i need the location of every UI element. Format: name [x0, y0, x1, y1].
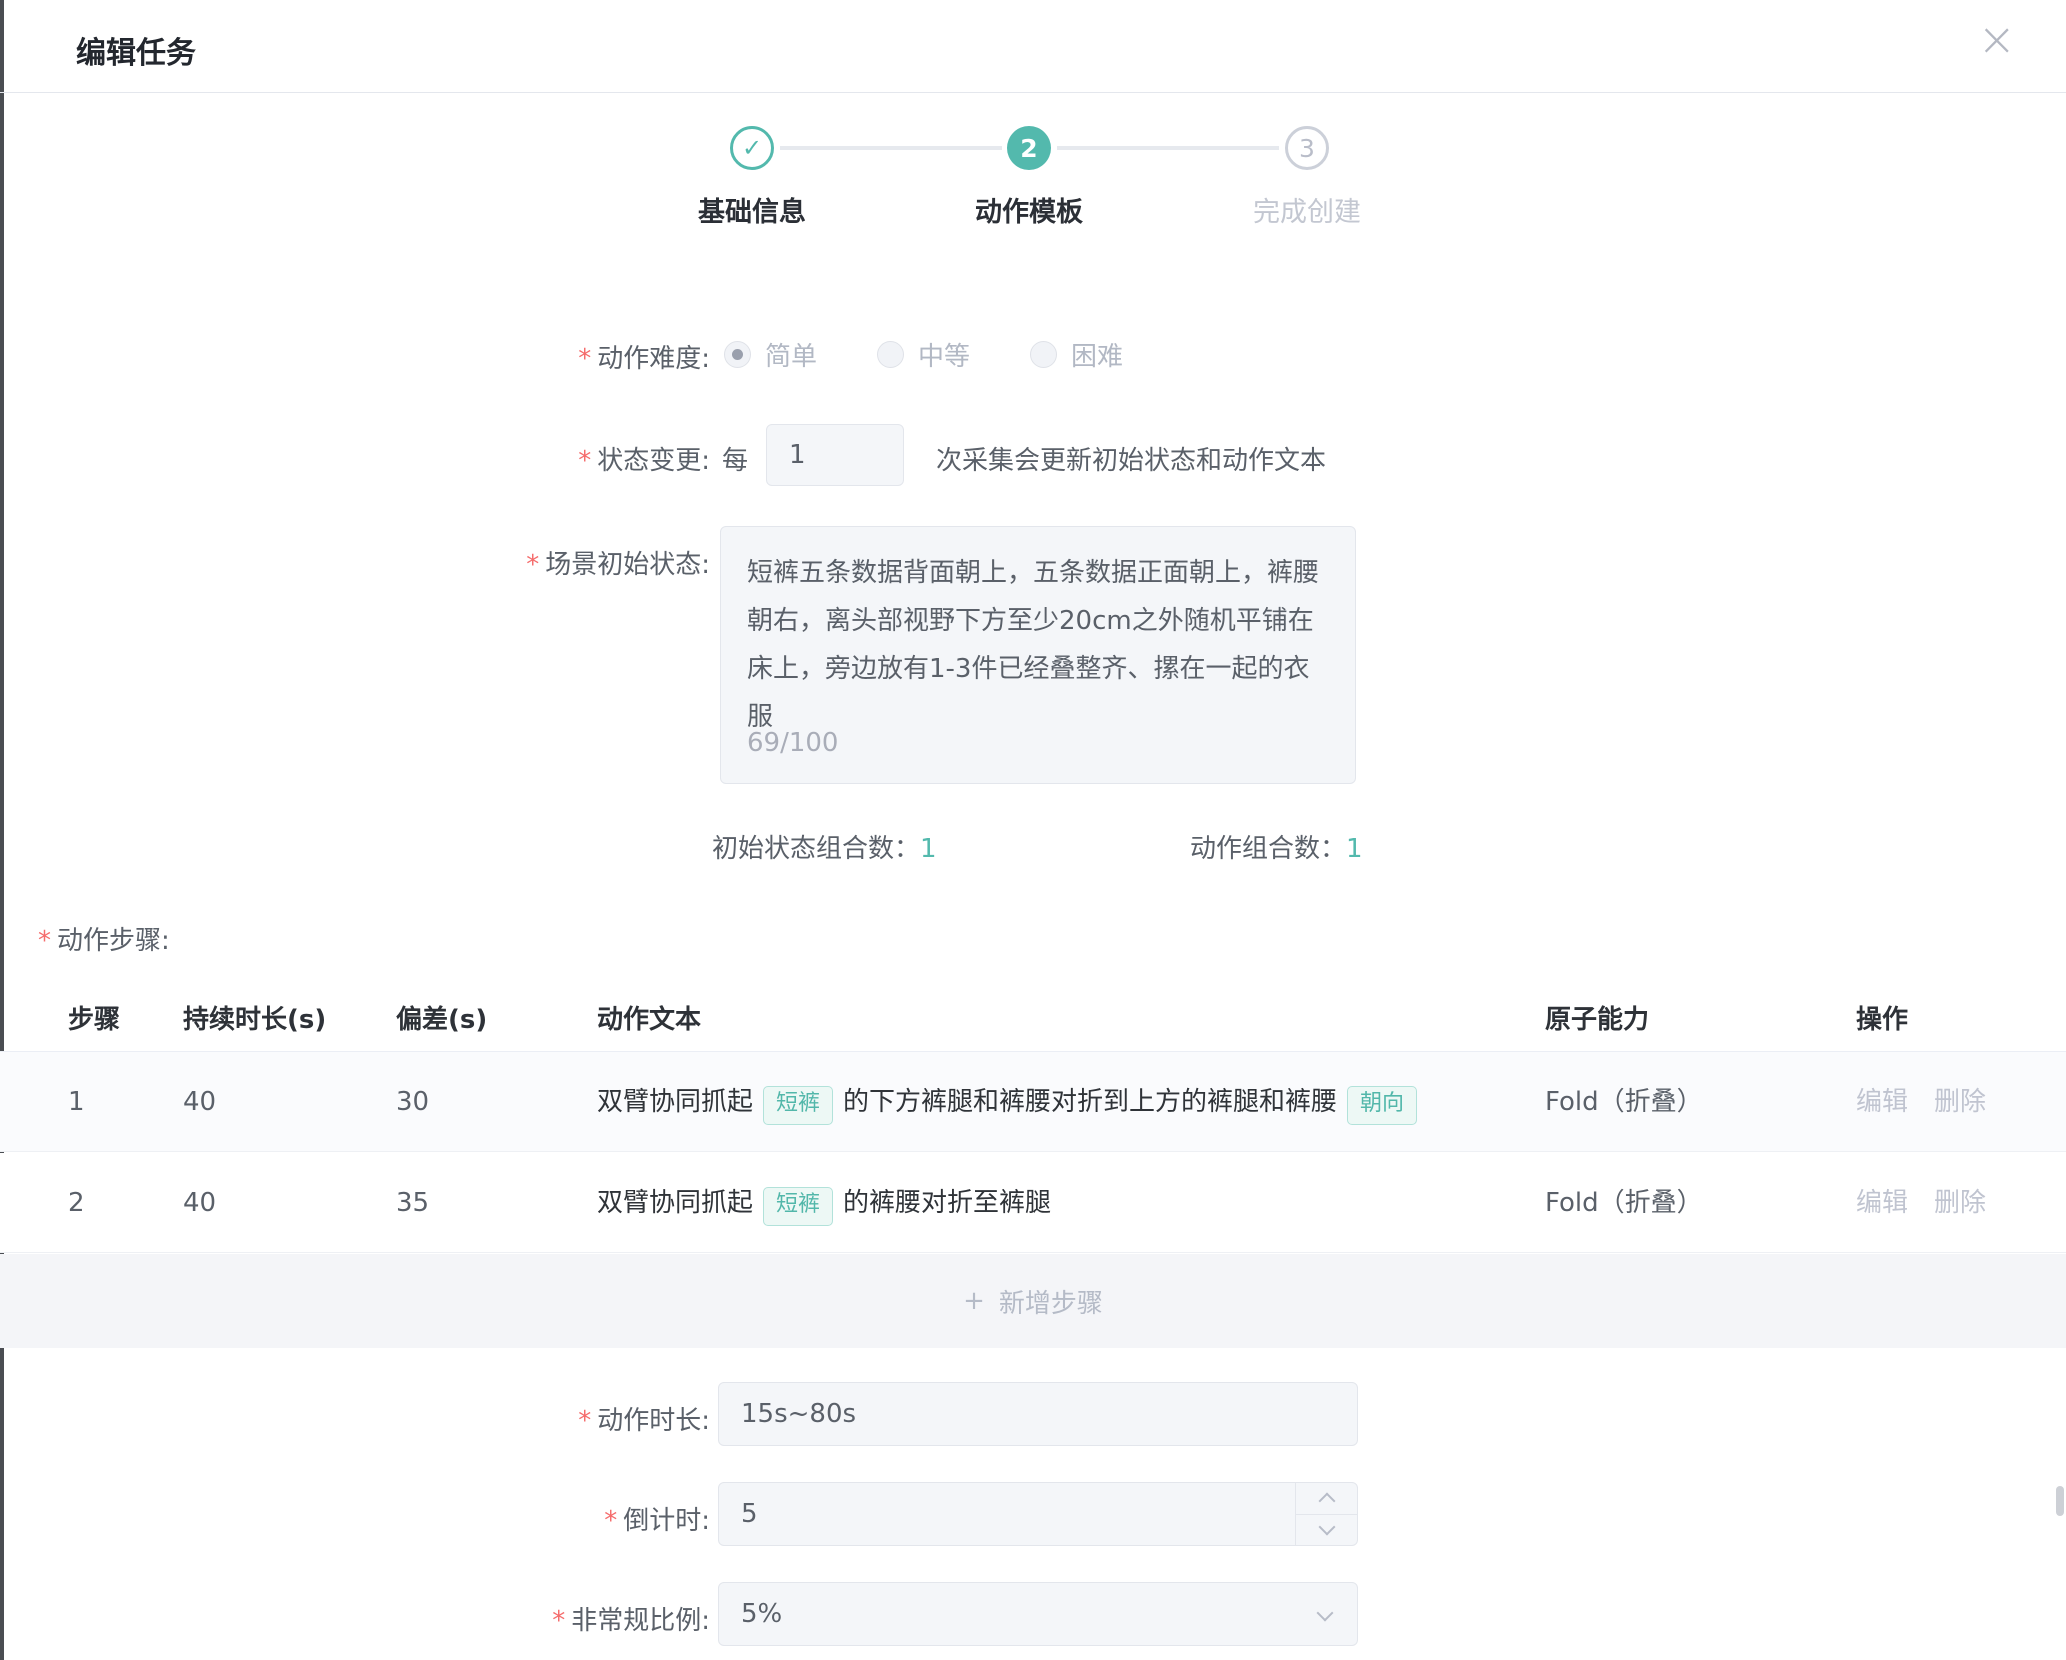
radio-circle: [1030, 341, 1057, 368]
initial-state-label: *场景初始状态:: [380, 544, 710, 581]
spinner-up-button[interactable]: [1296, 1483, 1357, 1515]
countdown-label: *倒计时:: [380, 1500, 710, 1537]
action-combo-value: 1: [1346, 834, 1363, 864]
row1-action-text: 双臂协同抓起短裤的下方裤腿和裤腰对折到上方的裤腿和裤腰朝向: [597, 1052, 1427, 1152]
radio-hard[interactable]: 困难: [1030, 336, 1123, 373]
row1-edit-link[interactable]: 编辑: [1856, 1052, 1908, 1152]
row1-duration: 40: [183, 1052, 216, 1152]
col-step: 步骤: [68, 988, 120, 1052]
required-asterisk: *: [578, 1406, 591, 1436]
difficulty-label: *动作难度:: [380, 338, 710, 375]
initial-combo-count: 初始状态组合数：1: [712, 828, 937, 865]
action-steps-label: *动作步骤:: [38, 920, 170, 957]
spinner-down-button[interactable]: [1296, 1515, 1357, 1546]
row1-delete-link[interactable]: 删除: [1934, 1052, 1986, 1152]
state-change-label: *状态变更:: [380, 440, 710, 477]
difficulty-radio-group: 简单 中等 困难: [724, 336, 1123, 373]
step-1-circle: ✓: [730, 126, 774, 170]
state-change-suffix: 次采集会更新初始状态和动作文本: [936, 440, 1326, 477]
state-change-prefix: 每: [722, 440, 748, 477]
row2-duration: 40: [183, 1153, 216, 1253]
stepper-connector: [780, 146, 1002, 150]
unusual-ratio-select[interactable]: 5%: [718, 1582, 1358, 1646]
dialog-title: 编辑任务: [76, 28, 196, 72]
radio-medium-label: 中等: [918, 336, 970, 373]
chevron-up-icon: [1318, 1493, 1335, 1510]
table-row: 2 40 35 双臂协同抓起短裤的裤腰对折至裤腿 Fold（折叠） 编辑 删除: [0, 1153, 2066, 1253]
step-2-number: 2: [1020, 134, 1037, 163]
row1-ability: Fold（折叠）: [1545, 1052, 1703, 1152]
row2-ability: Fold（折叠）: [1545, 1153, 1703, 1253]
radio-easy-label: 简单: [765, 336, 817, 373]
step-label-action-template: 动作模板: [919, 190, 1139, 229]
row2-step: 2: [68, 1153, 85, 1253]
radio-hard-label: 困难: [1071, 336, 1123, 373]
radio-easy[interactable]: 简单: [724, 336, 817, 373]
step-label-finish: 完成创建: [1197, 190, 1417, 229]
scrollbar-thumb[interactable]: [2056, 1486, 2064, 1516]
stepper-connector: [1057, 146, 1279, 150]
header-divider: [0, 92, 2066, 93]
unusual-ratio-label: *非常规比例:: [380, 1600, 710, 1637]
duration-input[interactable]: 15s~80s: [718, 1382, 1358, 1446]
required-asterisk: *: [578, 344, 591, 374]
dialog-left-edge: [0, 0, 4, 1660]
initial-combo-value: 1: [920, 834, 937, 864]
add-step-label: 新增步骤: [999, 1283, 1103, 1320]
col-ability: 原子能力: [1545, 988, 1649, 1052]
radio-medium[interactable]: 中等: [877, 336, 970, 373]
required-asterisk: *: [552, 1606, 565, 1636]
table-header: 步骤 持续时长(s) 偏差(s) 动作文本 原子能力 操作: [0, 988, 2066, 1052]
row1-deviation: 30: [396, 1052, 429, 1152]
col-action-text: 动作文本: [597, 988, 701, 1052]
step-3-circle: 3: [1285, 126, 1329, 170]
action-combo-count: 动作组合数：1: [1190, 828, 1363, 865]
row2-deviation: 35: [396, 1153, 429, 1253]
radio-circle-selected: [724, 341, 751, 368]
row2-edit-link[interactable]: 编辑: [1856, 1153, 1908, 1253]
countdown-input[interactable]: 5: [718, 1482, 1358, 1546]
initial-state-text: 短裤五条数据背面朝上，五条数据正面朝上，裤腰朝右，离头部视野下方至少20cm之外…: [747, 549, 1329, 741]
add-step-button[interactable]: + 新增步骤: [0, 1254, 2066, 1348]
object-tag: 短裤: [763, 1086, 833, 1125]
check-icon: ✓: [742, 134, 762, 162]
row1-step: 1: [68, 1052, 85, 1152]
step-label-basic-info: 基础信息: [642, 190, 862, 229]
number-spinner: [1295, 1483, 1357, 1545]
row2-delete-link[interactable]: 删除: [1934, 1153, 1986, 1253]
object-tag: 短裤: [763, 1187, 833, 1226]
required-asterisk: *: [604, 1506, 617, 1536]
col-duration: 持续时长(s): [183, 988, 326, 1052]
step-2-circle: 2: [1007, 126, 1051, 170]
required-asterisk: *: [526, 550, 539, 580]
duration-label: *动作时长:: [380, 1400, 710, 1437]
step-3-number: 3: [1299, 134, 1315, 163]
chevron-down-icon: [1318, 1518, 1335, 1535]
col-operation: 操作: [1856, 988, 1908, 1052]
close-icon[interactable]: ×: [1977, 16, 2016, 62]
orientation-tag: 朝向: [1347, 1086, 1417, 1125]
col-deviation: 偏差(s): [396, 988, 487, 1052]
plus-icon: +: [963, 1286, 985, 1316]
state-change-input[interactable]: 1: [766, 424, 904, 486]
row2-action-text: 双臂协同抓起短裤的裤腰对折至裤腿: [597, 1153, 1051, 1253]
char-counter: 69/100: [747, 719, 838, 767]
table-row: 1 40 30 双臂协同抓起短裤的下方裤腿和裤腰对折到上方的裤腿和裤腰朝向 Fo…: [0, 1052, 2066, 1152]
required-asterisk: *: [38, 926, 51, 956]
initial-state-textarea[interactable]: 短裤五条数据背面朝上，五条数据正面朝上，裤腰朝右，离头部视野下方至少20cm之外…: [720, 526, 1356, 784]
radio-circle: [877, 341, 904, 368]
chevron-down-icon: [1317, 1605, 1334, 1622]
required-asterisk: *: [578, 446, 591, 476]
